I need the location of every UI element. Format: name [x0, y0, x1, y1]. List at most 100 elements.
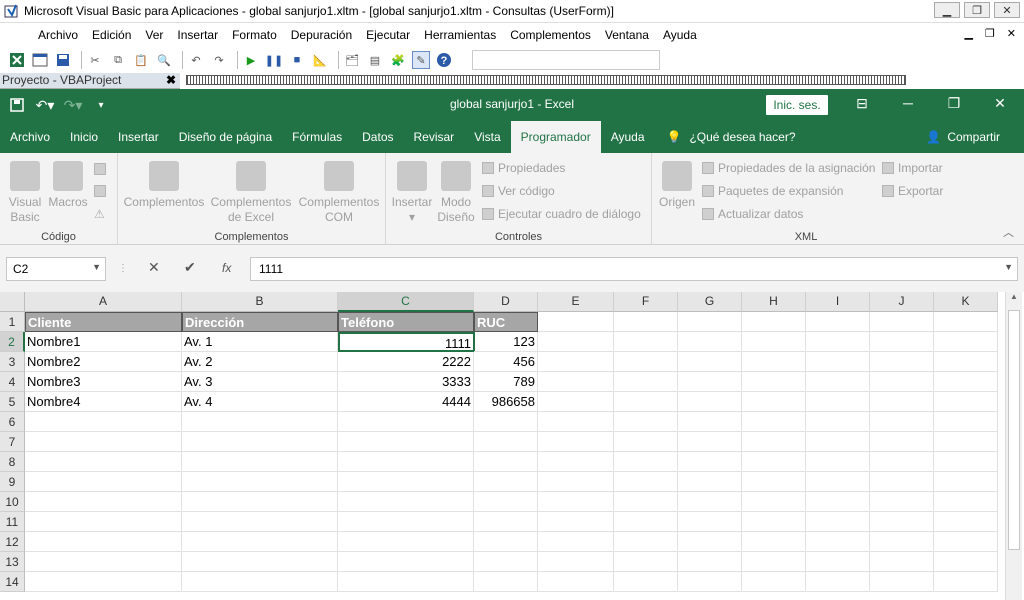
empty-cell[interactable] — [806, 392, 870, 412]
menu-ver[interactable]: Ver — [138, 28, 170, 42]
empty-cell[interactable] — [614, 372, 678, 392]
empty-cell[interactable] — [934, 352, 998, 372]
empty-cell[interactable] — [338, 472, 474, 492]
empty-cell[interactable] — [806, 492, 870, 512]
cell-a3[interactable]: Nombre2 — [25, 352, 182, 372]
empty-cell[interactable] — [806, 472, 870, 492]
empty-cell[interactable] — [25, 572, 182, 592]
tab-diseno-pagina[interactable]: Diseño de página — [169, 121, 282, 153]
design-mode-icon[interactable]: 📐 — [311, 51, 329, 69]
empty-cell[interactable] — [182, 512, 338, 532]
empty-cell[interactable] — [474, 512, 538, 532]
empty-cell[interactable] — [806, 412, 870, 432]
empty-cell[interactable] — [182, 532, 338, 552]
save-icon[interactable] — [54, 51, 72, 69]
empty-cell[interactable] — [870, 432, 934, 452]
menu-edicion[interactable]: Edición — [85, 28, 138, 42]
cell-b4[interactable]: Av. 3 — [182, 372, 338, 392]
cut-icon[interactable]: ✂ — [86, 51, 104, 69]
tab-insertar[interactable]: Insertar — [108, 121, 169, 153]
tab-vista[interactable]: Vista — [464, 121, 510, 153]
empty-cell[interactable] — [538, 452, 614, 472]
tab-datos[interactable]: Datos — [352, 121, 403, 153]
row-header-14[interactable]: 14 — [0, 572, 25, 592]
empty-cell[interactable] — [338, 552, 474, 572]
empty-cell[interactable] — [678, 492, 742, 512]
empty-cell[interactable] — [678, 552, 742, 572]
empty-cell[interactable] — [182, 492, 338, 512]
empty-cell[interactable] — [806, 452, 870, 472]
empty-cell[interactable] — [538, 312, 614, 332]
menu-formato[interactable]: Formato — [225, 28, 284, 42]
complementos-com-button[interactable]: Complementos COM — [296, 161, 382, 225]
empty-cell[interactable] — [614, 492, 678, 512]
copy-icon[interactable]: ⧉ — [109, 51, 127, 69]
empty-cell[interactable] — [538, 472, 614, 492]
row-header-8[interactable]: 8 — [0, 452, 25, 472]
object-browser-icon[interactable]: 🧩 — [389, 51, 407, 69]
menu-depuracion[interactable]: Depuración — [284, 28, 359, 42]
empty-cell[interactable] — [870, 392, 934, 412]
cell-c3[interactable]: 2222 — [338, 352, 474, 372]
mdi-close-button[interactable]: ✕ — [1007, 27, 1016, 40]
empty-cell[interactable] — [934, 572, 998, 592]
row-header-9[interactable]: 9 — [0, 472, 25, 492]
empty-cell[interactable] — [474, 492, 538, 512]
empty-cell[interactable] — [934, 552, 998, 572]
empty-cell[interactable] — [614, 532, 678, 552]
cell-c1[interactable]: Teléfono — [338, 312, 474, 332]
empty-cell[interactable] — [614, 452, 678, 472]
empty-cell[interactable] — [870, 452, 934, 472]
empty-cell[interactable] — [806, 372, 870, 392]
cell-d4[interactable]: 789 — [474, 372, 538, 392]
mdi-restore-button[interactable]: ❐ — [985, 27, 995, 40]
empty-cell[interactable] — [742, 472, 806, 492]
mdi-minimize-button[interactable]: ▁ — [964, 27, 972, 40]
empty-cell[interactable] — [614, 512, 678, 532]
stop-icon[interactable]: ■ — [288, 51, 306, 69]
undo-icon[interactable]: ↶ — [187, 51, 205, 69]
cell-c4[interactable]: 3333 — [338, 372, 474, 392]
empty-cell[interactable] — [678, 452, 742, 472]
empty-cell[interactable] — [474, 452, 538, 472]
help-icon[interactable]: ? — [435, 51, 453, 69]
row-header-2[interactable]: 2 — [0, 332, 25, 352]
minimize-button[interactable]: ▁ — [934, 2, 960, 18]
empty-cell[interactable] — [25, 532, 182, 552]
empty-cell[interactable] — [538, 512, 614, 532]
empty-cell[interactable] — [742, 312, 806, 332]
paquetes-expansion-button[interactable]: Paquetes de expansión — [702, 184, 843, 198]
complementos-excel-button[interactable]: Complementos de Excel — [208, 161, 294, 225]
empty-cell[interactable] — [934, 452, 998, 472]
column-header-h[interactable]: H — [742, 292, 806, 312]
userform-resize-handle[interactable] — [186, 75, 906, 85]
empty-cell[interactable] — [870, 332, 934, 352]
empty-cell[interactable] — [182, 552, 338, 572]
cell-c5[interactable]: 4444 — [338, 392, 474, 412]
empty-cell[interactable] — [474, 472, 538, 492]
empty-cell[interactable] — [182, 412, 338, 432]
project-close-button[interactable]: ✖ — [164, 73, 178, 89]
empty-cell[interactable] — [806, 332, 870, 352]
ejecutar-dialogo-button[interactable]: Ejecutar cuadro de diálogo — [482, 207, 641, 221]
cell-a1[interactable]: Cliente — [25, 312, 182, 332]
empty-cell[interactable] — [678, 512, 742, 532]
menu-complementos[interactable]: Complementos — [503, 28, 598, 42]
menu-ventana[interactable]: Ventana — [598, 28, 656, 42]
empty-cell[interactable] — [934, 492, 998, 512]
collapse-ribbon-icon[interactable]: ︿ — [1003, 224, 1014, 240]
cell-d3[interactable]: 456 — [474, 352, 538, 372]
vertical-scrollbar[interactable]: ▲ — [1005, 292, 1022, 600]
empty-cell[interactable] — [678, 412, 742, 432]
empty-cell[interactable] — [806, 552, 870, 572]
empty-cell[interactable] — [474, 572, 538, 592]
empty-cell[interactable] — [338, 532, 474, 552]
column-header-c[interactable]: C — [338, 292, 474, 312]
row-header-7[interactable]: 7 — [0, 432, 25, 452]
cancel-icon[interactable]: ✕ — [148, 259, 160, 276]
empty-cell[interactable] — [934, 472, 998, 492]
row-header-3[interactable]: 3 — [0, 352, 25, 372]
empty-cell[interactable] — [474, 432, 538, 452]
empty-cell[interactable] — [934, 392, 998, 412]
tab-archivo[interactable]: Archivo — [0, 121, 60, 153]
